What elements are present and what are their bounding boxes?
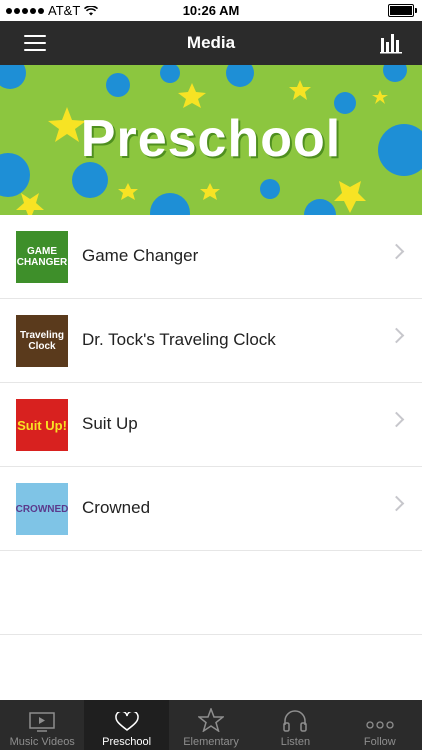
tab-label: Music Videos [9, 736, 75, 748]
empty-row [0, 551, 422, 635]
play-screen-icon [29, 712, 55, 732]
headphones-icon [283, 710, 308, 732]
chevron-right-icon [388, 327, 405, 344]
bar-chart-icon[interactable] [380, 32, 402, 54]
list-item-label: Dr. Tock's Traveling Clock [82, 330, 276, 349]
chevron-right-icon [388, 243, 405, 260]
tab-label: Follow [363, 736, 396, 748]
nav-bar: Media [0, 21, 422, 65]
page-title: Media [186, 33, 236, 52]
tab-bar: Music Videos Preschool Elementary Listen… [0, 700, 422, 750]
list-item[interactable]: GAME CHANGER Game Changer [0, 215, 422, 299]
thumbnail-image: Suit Up! [16, 399, 68, 451]
battery-icon [388, 4, 417, 17]
thumbnail-image: CROWNED [16, 483, 68, 535]
list-item-label: Crowned [82, 498, 151, 517]
tab-follow[interactable]: Follow [338, 700, 422, 750]
list-item[interactable]: Suit Up! Suit Up [0, 383, 422, 467]
tab-preschool[interactable]: Preschool [84, 700, 169, 750]
tab-music-videos[interactable]: Music Videos [0, 700, 84, 750]
thumbnail-image: Traveling Clock [16, 315, 68, 367]
list-item[interactable]: Traveling Clock Dr. Tock's Traveling Clo… [0, 299, 422, 383]
star-icon [198, 708, 225, 732]
category-banner: Preschool [0, 65, 422, 215]
list-item-label: Suit Up [82, 414, 138, 433]
thumbnail-image: GAME CHANGER [16, 231, 68, 283]
tab-label: Elementary [183, 736, 239, 748]
more-icon [366, 721, 394, 729]
chevron-right-icon [388, 495, 405, 512]
tab-label: Listen [280, 736, 311, 748]
banner-title: Preschool [80, 110, 342, 168]
chevron-right-icon [388, 411, 405, 428]
heart-icon [114, 712, 139, 731]
tab-elementary[interactable]: Elementary [169, 700, 253, 750]
list-item[interactable]: CROWNED Crowned [0, 467, 422, 551]
media-list: GAME CHANGER Game Changer Traveling Cloc… [0, 215, 422, 635]
status-time: 10:26 AM [182, 3, 240, 18]
tab-listen[interactable]: Listen [253, 700, 337, 750]
status-bar: AT&T 10:26 AM [0, 0, 422, 21]
list-item-label: Game Changer [82, 246, 199, 265]
tab-label: Preschool [102, 736, 152, 748]
